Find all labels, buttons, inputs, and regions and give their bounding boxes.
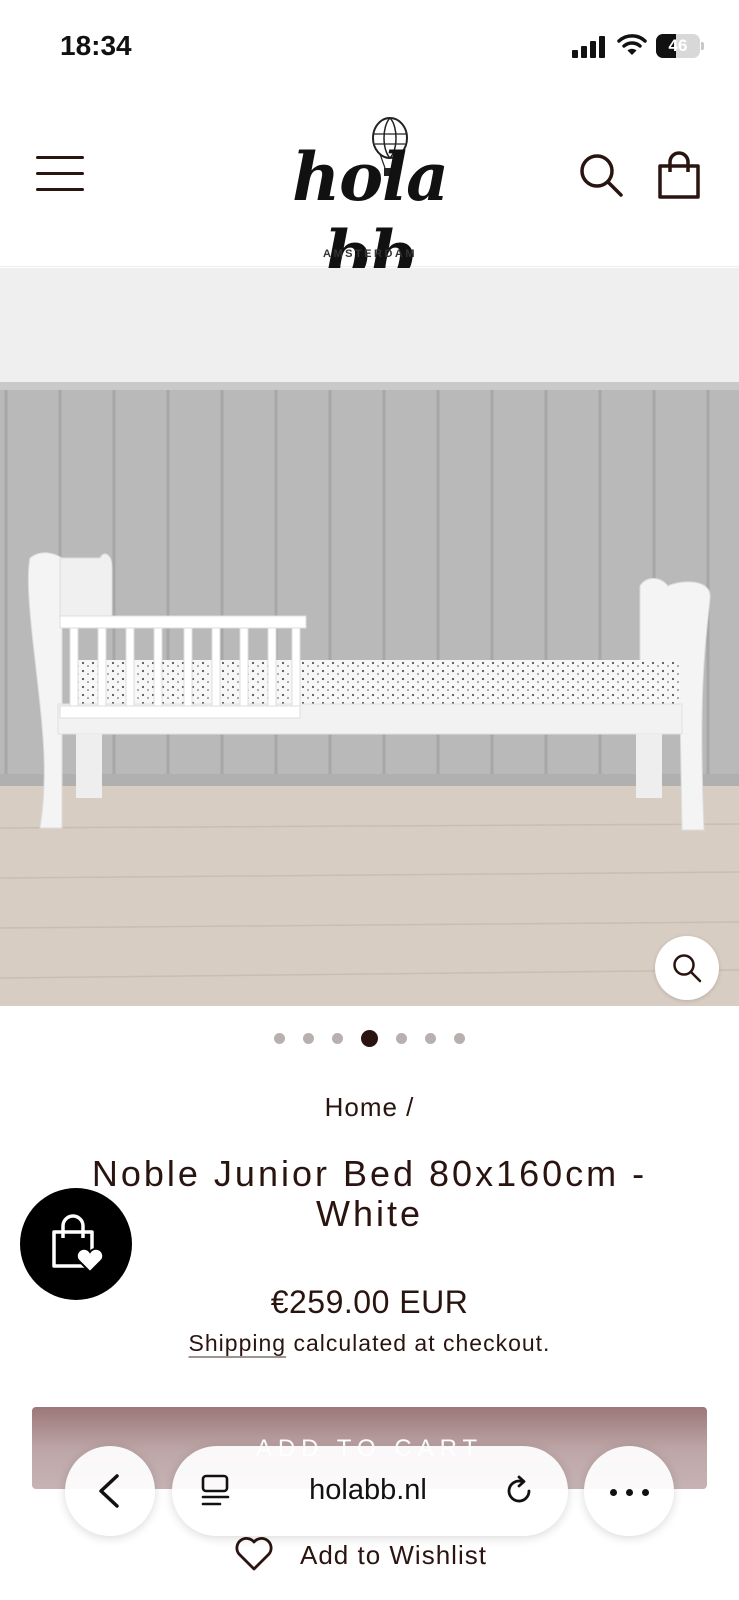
gallery-dot-7[interactable]: [454, 1033, 465, 1045]
shipping-note-text: calculated at checkout.: [286, 1330, 551, 1356]
breadcrumb-home-link[interactable]: Home: [325, 1092, 398, 1122]
cellular-signal-icon: [572, 36, 606, 58]
browser-more-button[interactable]: [584, 1446, 674, 1536]
gallery-dot-3[interactable]: [332, 1033, 343, 1045]
shipping-link[interactable]: Shipping: [189, 1330, 287, 1356]
gallery-dot-5[interactable]: [396, 1033, 407, 1045]
breadcrumb: Home /: [0, 1092, 739, 1123]
heart-icon: [235, 1537, 273, 1571]
gallery-dot-1[interactable]: [274, 1033, 285, 1045]
bag-heart-icon: [52, 1214, 104, 1274]
browser-address-bar[interactable]: holabb.nl: [172, 1446, 568, 1536]
shopping-bag-icon[interactable]: [656, 150, 702, 200]
site-header: hola bb AMSTERDAM: [0, 92, 739, 294]
product-price: €259.00 EUR: [270, 1284, 469, 1320]
reload-icon[interactable]: [502, 1474, 536, 1508]
battery-icon: 46: [656, 34, 704, 58]
breadcrumb-separator: /: [397, 1092, 415, 1122]
browser-url: holabb.nl: [309, 1474, 427, 1506]
search-icon[interactable]: [578, 152, 624, 198]
reader-tabs-icon: [201, 1474, 230, 1506]
magnifier-icon: [673, 954, 702, 983]
product-photo: [0, 268, 739, 1006]
zoom-button[interactable]: [655, 936, 719, 1000]
ellipsis-icon: [610, 1489, 617, 1496]
hamburger-menu-icon[interactable]: [36, 156, 86, 192]
gallery-pagination: [0, 1030, 739, 1054]
gallery-dot-2[interactable]: [303, 1033, 314, 1045]
gallery-dot-4-active[interactable]: [361, 1030, 378, 1048]
status-bar: 18:34 46: [0, 0, 739, 92]
chevron-left-icon: [99, 1474, 119, 1508]
wifi-icon: [617, 33, 647, 57]
battery-level: 46: [668, 36, 688, 55]
shipping-note: Shipping calculated at checkout.: [0, 1330, 739, 1357]
status-time: 18:34: [60, 30, 132, 61]
gallery-dot-6[interactable]: [425, 1033, 436, 1045]
add-to-wishlist-button[interactable]: Add to Wishlist: [230, 1534, 530, 1574]
browser-back-button[interactable]: [65, 1446, 155, 1536]
add-to-wishlist-label: Add to Wishlist: [300, 1540, 487, 1570]
site-logo[interactable]: hola bb AMSTERDAM: [250, 116, 490, 294]
logo-subtitle: AMSTERDAM: [323, 248, 417, 260]
product-title: Noble Junior Bed 80x160cm - White: [91, 1153, 648, 1234]
product-image[interactable]: [0, 268, 739, 1006]
